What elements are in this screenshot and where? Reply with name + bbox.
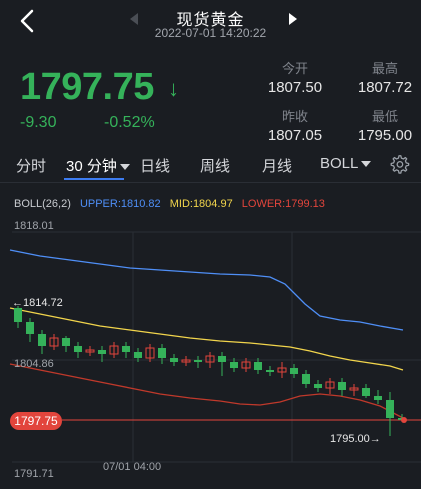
stat-open: 今开 1807.50 xyxy=(255,58,335,96)
low-annotation: 1795.00→ xyxy=(330,433,381,445)
candle-body xyxy=(374,396,382,400)
boll-legend: BOLL(26,2) UPPER:1810.82 MID:1804.97 LOW… xyxy=(14,198,331,210)
current-price-dot xyxy=(401,417,407,423)
candle-body xyxy=(134,352,142,358)
tab-30min-label: 30 分钟 xyxy=(66,158,117,175)
active-tab-indicator xyxy=(64,178,124,180)
down-arrow-icon: ↓ xyxy=(168,76,179,101)
boll-upper-line xyxy=(9,249,404,331)
tab-timeshare[interactable]: 分时 xyxy=(16,155,46,176)
boll-lower: LOWER:1799.13 xyxy=(241,198,325,210)
y-axis-mid-label: 1804.86 xyxy=(14,358,54,370)
stat-prev-close: 昨收 1807.05 xyxy=(255,106,335,144)
stat-high: 最高 1807.72 xyxy=(345,58,421,96)
quote-panel: 1797.75 ↓ -9.30 -0.52% 今开 1807.50 最高 180… xyxy=(0,46,421,146)
tab-indicator-boll[interactable]: BOLL xyxy=(320,155,372,172)
candle-body xyxy=(266,370,274,372)
tab-30min[interactable]: 30 分钟 xyxy=(66,155,130,176)
candles xyxy=(14,306,406,436)
candle-body xyxy=(26,322,34,334)
period-tabs: 分时 30 分钟 日线 周线 月线 BOLL xyxy=(0,146,421,183)
candle-body xyxy=(170,358,178,362)
boll-lower-line xyxy=(9,363,404,419)
stat-high-label: 最高 xyxy=(371,61,398,76)
tab-daily[interactable]: 日线 xyxy=(140,155,170,176)
candle-body xyxy=(254,362,262,370)
tab-indicator-label: BOLL xyxy=(320,155,359,172)
kline-chart[interactable]: ←1814.72 1795.00→ 07/01 04:00 1818.01 18… xyxy=(0,212,421,484)
tab-weekly[interactable]: 周线 xyxy=(200,155,230,176)
current-price-tag: 1797.75 xyxy=(10,412,62,430)
stat-open-value: 1807.50 xyxy=(267,79,323,96)
candle-body xyxy=(38,334,46,346)
candle-body xyxy=(302,374,310,384)
candle-body xyxy=(290,368,298,374)
stat-low-value: 1795.00 xyxy=(357,127,413,144)
stat-open-label: 今开 xyxy=(281,61,308,76)
price-change: -9.30 xyxy=(20,114,57,131)
stat-low-label: 最低 xyxy=(371,109,398,124)
y-axis-top-label: 1818.01 xyxy=(14,220,54,232)
next-instrument-icon[interactable] xyxy=(287,11,299,27)
stat-high-value: 1807.72 xyxy=(357,79,413,96)
kline-svg: ←1814.72 1795.00→ 07/01 04:00 xyxy=(9,231,421,473)
stat-prev-close-label: 昨收 xyxy=(281,109,308,124)
boll-mid: MID:1804.97 xyxy=(169,198,233,210)
candle-body xyxy=(194,360,202,362)
current-price: 1797.75 xyxy=(20,66,154,108)
boll-name: BOLL(26,2) xyxy=(14,198,71,210)
price-change-percent: -0.52% xyxy=(104,114,155,131)
header: 现货黄金 2022-07-01 14:20:22 xyxy=(0,0,421,46)
stat-low: 最低 1795.00 xyxy=(345,106,421,144)
candle-body xyxy=(62,338,70,346)
boll-upper: UPPER:1810.82 xyxy=(79,198,161,210)
candle-body xyxy=(98,350,106,354)
candle-body xyxy=(338,382,346,390)
tab-monthly[interactable]: 月线 xyxy=(262,155,292,176)
candle-body xyxy=(122,346,130,352)
page-datetime: 2022-07-01 14:20:22 xyxy=(154,26,267,40)
candle-body xyxy=(230,362,238,368)
candle-body xyxy=(74,346,82,352)
x-axis-label: 07/01 04:00 xyxy=(103,461,161,473)
candle-body xyxy=(218,356,226,362)
caret-down-icon xyxy=(119,164,130,171)
candle-body xyxy=(386,400,394,418)
caret-down-icon xyxy=(361,161,372,168)
y-axis-bottom-label: 1791.71 xyxy=(14,468,54,480)
high-annotation: ←1814.72 xyxy=(12,297,63,309)
candle-body xyxy=(362,388,370,396)
settings-gear-icon[interactable] xyxy=(388,153,410,175)
candle-body xyxy=(314,384,322,388)
candle-body xyxy=(158,348,166,358)
stat-prev-close-value: 1807.05 xyxy=(267,127,323,144)
candle-body xyxy=(14,308,22,322)
